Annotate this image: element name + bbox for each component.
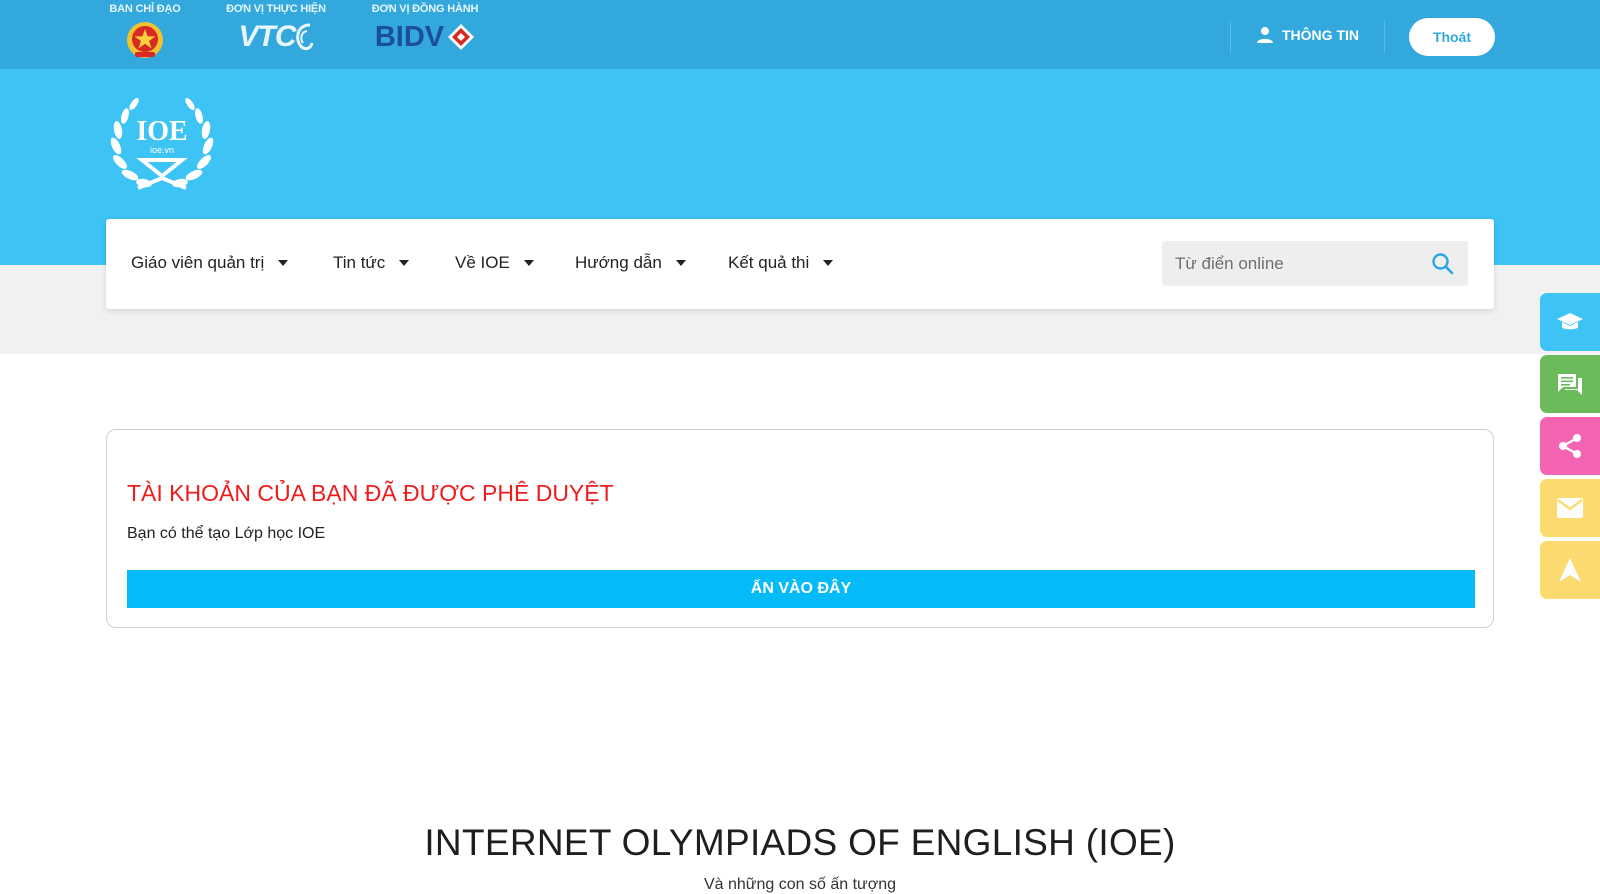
bidv-diamond-icon xyxy=(448,24,475,50)
chat-icon xyxy=(1558,374,1582,395)
national-emblem-icon xyxy=(127,22,163,58)
sponsor-caption: ĐƠN VỊ THỰC HIỆN xyxy=(226,3,326,15)
ioe-logo-subtext: ioe.vn xyxy=(150,145,174,155)
nav-item-news[interactable]: Tin tức xyxy=(333,253,410,273)
topbar-divider xyxy=(1230,21,1231,53)
ioe-logo-text: IOE xyxy=(136,116,187,147)
nav-item-teacher-admin[interactable]: Giáo viên quản trị xyxy=(131,253,289,273)
side-button-chat[interactable] xyxy=(1540,355,1600,413)
vtc-swirl-icon xyxy=(295,23,313,51)
dictionary-search xyxy=(1162,241,1468,286)
graduation-cap-icon xyxy=(1557,313,1583,330)
approval-title: TÀI KHOẢN CỦA BẠN ĐÃ ĐƯỢC PHÊ DUYỆT xyxy=(127,480,614,506)
create-class-button[interactable]: ẤN VÀO ĐÂY xyxy=(127,570,1475,608)
caret-down-icon xyxy=(278,260,289,266)
nav-item-about-ioe[interactable]: Về IOE xyxy=(455,253,534,273)
nav-item-label: Tin tức xyxy=(333,253,386,272)
caret-down-icon xyxy=(823,260,834,266)
ioe-logo[interactable]: IOE ioe.vn xyxy=(104,90,220,196)
side-button-back-to-top[interactable] xyxy=(1540,541,1600,599)
user-icon xyxy=(1257,27,1273,43)
section-headline: INTERNET OLYMPIADS OF ENGLISH (IOE) xyxy=(424,822,1176,863)
topbar-divider xyxy=(1384,21,1385,53)
search-icon[interactable] xyxy=(1431,252,1454,275)
nav-item-label: Về IOE xyxy=(455,253,510,272)
user-info-link[interactable]: THÔNG TIN xyxy=(1256,26,1359,44)
sponsor-vtc: ĐƠN VỊ THỰC HIỆN VTC xyxy=(218,3,334,54)
side-button-mail[interactable] xyxy=(1540,479,1600,537)
bidv-logo: BIDV xyxy=(364,20,486,54)
dictionary-search-input[interactable] xyxy=(1162,241,1422,286)
nav-item-results[interactable]: Kết quả thi xyxy=(728,253,834,273)
side-button-classes[interactable] xyxy=(1540,293,1600,351)
nav-item-label: Giáo viên quản trị xyxy=(131,253,265,272)
top-bar: BAN CHỈ ĐẠO ĐƠN VỊ THỰC HIỆN VTC ĐƠN VỊ … xyxy=(0,0,1600,69)
sponsor-caption: ĐƠN VỊ ĐỒNG HÀNH xyxy=(371,3,479,15)
arrow-up-icon xyxy=(1559,558,1581,582)
bidv-logo-text: BIDV xyxy=(374,21,445,53)
mail-icon xyxy=(1557,498,1583,518)
side-button-share[interactable] xyxy=(1540,417,1600,475)
sponsor-steering: BAN CHỈ ĐẠO xyxy=(106,3,184,60)
section-subheadline: Và những con số ấn tượng xyxy=(703,876,897,893)
logout-button[interactable]: Thoát xyxy=(1409,18,1495,56)
main-nav: Giáo viên quản trị Tin tức Về IOE Hướng … xyxy=(106,219,1494,309)
vtc-logo: VTC xyxy=(218,20,334,54)
caret-down-icon xyxy=(523,260,534,266)
nav-item-label: Kết quả thi xyxy=(728,253,810,272)
approval-text: Bạn có thể tạo Lớp học IOE xyxy=(127,525,326,542)
nav-item-label: Hướng dẫn xyxy=(575,253,662,272)
sponsor-bidv: ĐƠN VỊ ĐỒNG HÀNH BIDV xyxy=(364,3,486,54)
nav-item-guide[interactable]: Hướng dẫn xyxy=(575,253,686,273)
user-info-label: THÔNG TIN xyxy=(1282,27,1359,43)
sponsor-caption: BAN CHỈ ĐẠO xyxy=(109,3,181,15)
share-icon xyxy=(1559,434,1581,458)
caret-down-icon xyxy=(675,260,686,266)
approval-card: TÀI KHOẢN CỦA BẠN ĐÃ ĐƯỢC PHÊ DUYỆT Bạn … xyxy=(106,429,1494,628)
caret-down-icon xyxy=(399,260,410,266)
vtc-logo-text: VTC xyxy=(238,20,297,53)
